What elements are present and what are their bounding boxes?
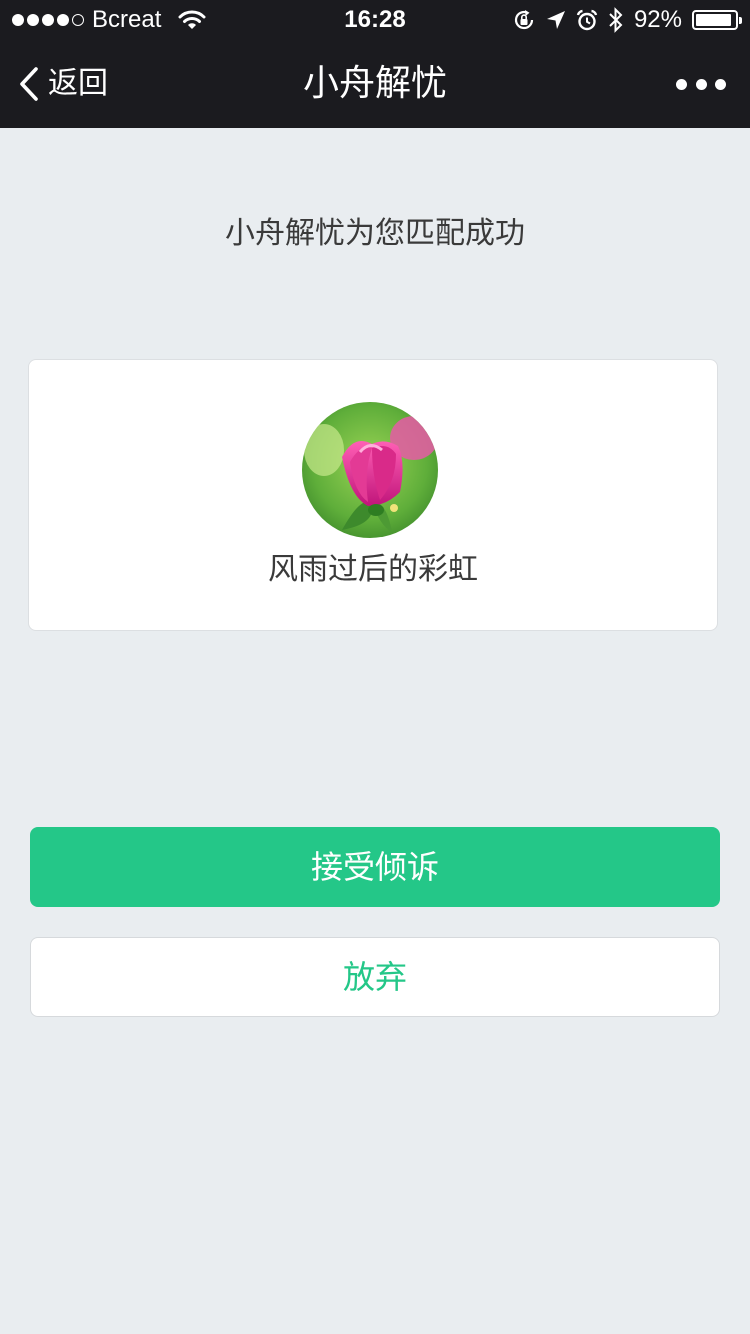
- navigation-bar: 返回 小舟解忧: [0, 40, 750, 128]
- give-up-button[interactable]: 放弃: [30, 937, 720, 1017]
- bluetooth-icon: [609, 7, 623, 33]
- page-title: 小舟解忧: [302, 63, 447, 104]
- accept-button[interactable]: 接受倾诉: [30, 827, 720, 907]
- battery-icon: [692, 10, 742, 30]
- avatar: [302, 402, 438, 538]
- match-card: 风雨过后的彩虹: [28, 359, 718, 631]
- top-bar: Bcreat 16:28 92% 返回 小舟解忧: [0, 0, 750, 128]
- status-icons: 92%: [512, 5, 742, 35]
- status-bar: Bcreat 16:28 92%: [0, 0, 750, 40]
- location-arrow-icon: [546, 11, 565, 29]
- matched-user-nickname: 风雨过后的彩虹: [268, 552, 478, 587]
- battery-percent: 92%: [633, 6, 682, 33]
- pink-flower-avatar: [302, 402, 438, 538]
- battery-level-fill: [696, 14, 731, 26]
- match-success-headline: 小舟解忧为您匹配成功: [225, 216, 525, 251]
- more-dots-icon[interactable]: [676, 74, 726, 94]
- rotation-lock-icon: [514, 10, 534, 30]
- alarm-icon: [576, 9, 598, 31]
